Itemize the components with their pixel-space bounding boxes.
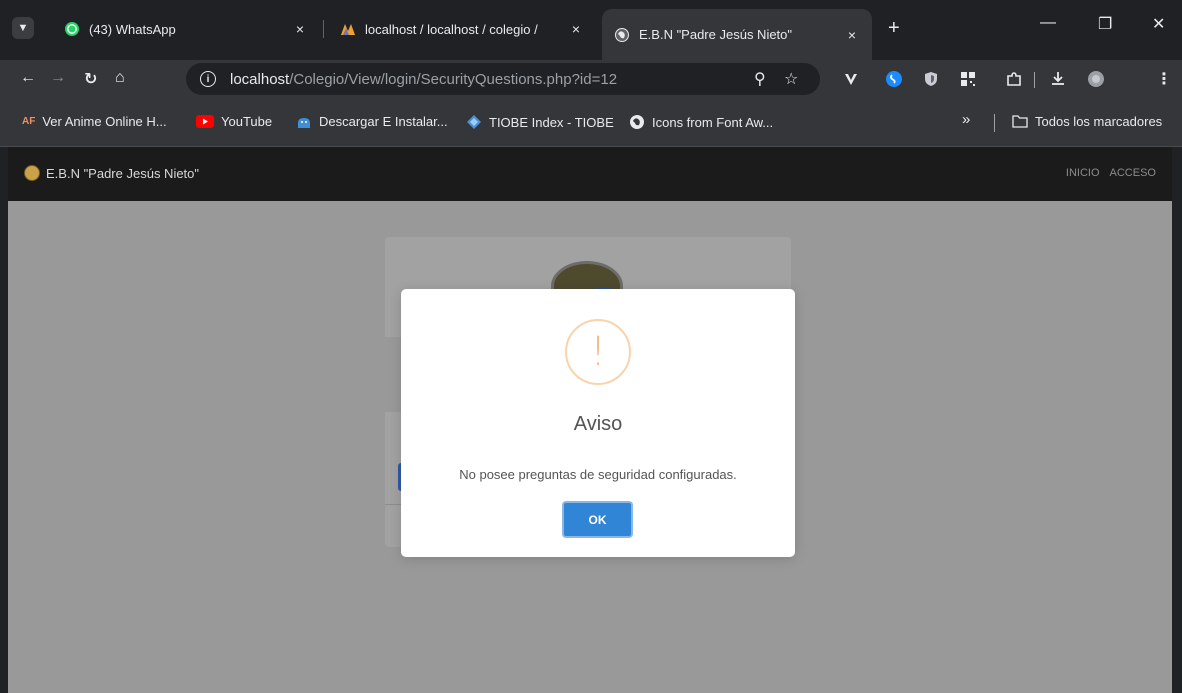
tab-whatsapp[interactable]: (43) WhatsApp × (52, 9, 320, 49)
profile-avatar[interactable] (1086, 69, 1106, 89)
phpmyadmin-icon (341, 24, 355, 35)
alert-dialog: ! Aviso No posee preguntas de seguridad … (401, 289, 795, 557)
fontawesome-icon (630, 115, 644, 129)
zoom-icon[interactable]: ⚲ (754, 69, 766, 89)
tab-title: (43) WhatsApp (89, 21, 176, 37)
reload-icon[interactable]: ↻ (84, 69, 97, 89)
bookmark-anime[interactable]: AF Ver Anime Online H... (22, 114, 167, 129)
bookmark-label: TIOBE Index - TIOBE (489, 114, 614, 130)
extensions-puzzle-icon[interactable] (1004, 69, 1024, 89)
chevron-down-icon: ▼ (17, 22, 29, 34)
brand-name: E.B.N "Padre Jesús Nieto" (46, 165, 200, 181)
tab-phpmyadmin[interactable]: localhost / localhost / colegio / × (328, 9, 596, 49)
address-bar[interactable]: i localhost/Colegio/View/login/SecurityQ… (186, 63, 820, 95)
tab-title: localhost / localhost / colegio / (365, 21, 538, 37)
restore-icon[interactable]: ❐ (1098, 14, 1112, 34)
toolbar-divider (1034, 72, 1035, 88)
vivaldi-extension-icon[interactable] (841, 69, 861, 89)
youtube-icon (196, 115, 214, 128)
site-navbar: E.B.N "Padre Jesús Nieto" INICIO ACCESO (8, 147, 1172, 201)
close-tab-icon[interactable]: × (568, 21, 584, 37)
back-arrow-icon[interactable]: ← (20, 69, 36, 87)
minimize-icon[interactable]: — (1040, 14, 1056, 32)
nav-acceso-link[interactable]: ACCESO (1110, 167, 1156, 179)
close-window-icon[interactable]: ✕ (1152, 14, 1165, 34)
url-path: /Colegio/View/login/SecurityQuestions.ph… (289, 70, 618, 88)
site-brand[interactable]: E.B.N "Padre Jesús Nieto" (24, 165, 199, 181)
school-logo-icon (24, 165, 40, 181)
browser-toolbar: ← → ↻ ⌂ i localhost/Colegio/View/login/S… (0, 60, 1182, 98)
url-host: localhost (230, 70, 290, 88)
warning-icon: ! (565, 319, 631, 385)
tiobe-icon (467, 115, 481, 129)
new-tab-button[interactable]: + (888, 17, 900, 40)
qr-code-extension-icon[interactable] (958, 69, 978, 89)
globe-icon (615, 27, 629, 42)
url-text[interactable]: localhost/Colegio/View/login/SecurityQue… (230, 71, 617, 88)
bookmarks-overflow-button[interactable]: » (962, 111, 970, 128)
tab-title: E.B.N "Padre Jesús Nieto" (639, 27, 793, 42)
all-bookmarks-button[interactable]: Todos los marcadores (1012, 114, 1162, 129)
bookmark-fontawesome[interactable]: Icons from Font Aw... (629, 114, 773, 130)
warning-icon-glyph: ! (589, 329, 607, 375)
dialog-title: Aviso (573, 413, 623, 435)
folder-icon (1012, 115, 1028, 128)
nav-inicio-link[interactable]: INICIO (1066, 167, 1100, 179)
more-menu-icon[interactable]: ⋮ (1156, 69, 1172, 89)
bookmark-label: Ver Anime Online H... (42, 114, 167, 129)
tab-strip: ▼ (43) WhatsApp × localhost / localhost … (0, 0, 1182, 60)
ok-button[interactable]: OK (562, 501, 633, 538)
bookmark-star-icon[interactable]: ☆ (784, 69, 798, 89)
dialog-message: No posee preguntas de seguridad configur… (459, 467, 737, 482)
whatsapp-icon (65, 22, 79, 36)
bookmark-tiobe[interactable]: TIOBE Index - TIOBE (466, 114, 614, 130)
forward-arrow-icon[interactable]: → (50, 69, 66, 87)
download-icon[interactable] (1048, 69, 1068, 89)
close-tab-icon[interactable]: × (292, 21, 308, 37)
site-nav-links: INICIO ACCESO (1066, 167, 1156, 179)
home-icon[interactable]: ⌂ (115, 69, 125, 87)
tab-separator (323, 20, 324, 38)
bookmark-descargar[interactable]: Descargar E Instalar... (296, 114, 448, 129)
tab-search-button[interactable]: ▼ (12, 17, 34, 39)
bookmark-label: YouTube (221, 114, 273, 129)
shazam-extension-icon[interactable] (884, 69, 904, 89)
bookmark-label: Icons from Font Aw... (652, 114, 774, 130)
bookmarks-bar: AF Ver Anime Online H... YouTube Descarg… (0, 98, 1182, 147)
android-icon (298, 117, 310, 128)
site-info-icon[interactable]: i (200, 71, 216, 87)
shield-extension-icon[interactable] (921, 69, 941, 89)
bookmarks-divider (994, 114, 995, 132)
bookmark-label: Descargar E Instalar... (319, 114, 448, 129)
bookmark-label: Todos los marcadores (1035, 114, 1163, 129)
bookmark-youtube[interactable]: YouTube (196, 114, 272, 129)
tab-ebn[interactable]: E.B.N "Padre Jesús Nieto" × (602, 9, 872, 60)
animeflv-icon: AF (22, 116, 36, 127)
close-tab-icon[interactable]: × (844, 27, 860, 43)
